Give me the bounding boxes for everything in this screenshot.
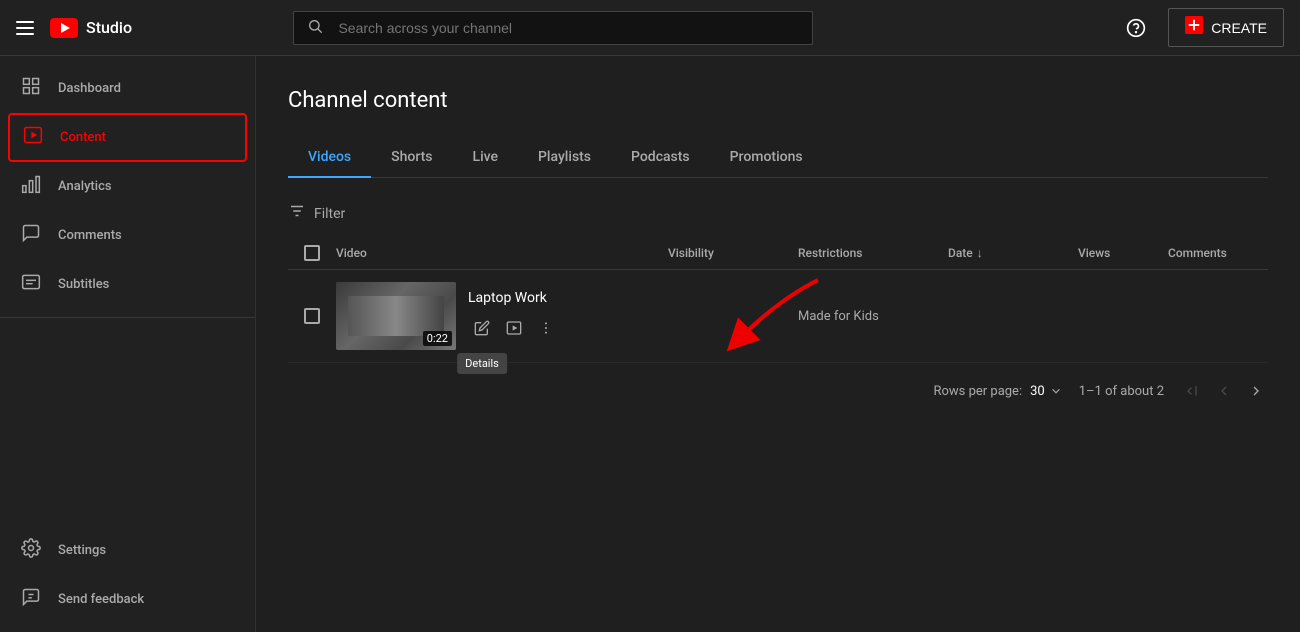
video-thumbnail-wrap: 0:22	[336, 282, 456, 350]
date-sort-icon: ↓	[977, 246, 983, 260]
row-video-cell: 0:22 Laptop Work	[336, 282, 668, 350]
content-icon	[22, 125, 44, 150]
header-visibility: Visibility	[668, 246, 798, 260]
tab-promotions[interactable]: Promotions	[710, 137, 823, 177]
create-label: CREATE	[1211, 20, 1267, 36]
search-input[interactable]	[293, 11, 813, 45]
video-duration: 0:22	[423, 331, 452, 346]
sidebar-item-label-feedback: Send feedback	[58, 592, 144, 607]
sidebar-item-label-content: Content	[60, 130, 106, 145]
top-nav: Studio CREATE	[0, 0, 1300, 56]
edit-details-button[interactable]	[468, 314, 496, 342]
subtitles-icon	[20, 272, 42, 297]
analytics-icon	[20, 174, 42, 199]
row-check[interactable]	[288, 308, 336, 324]
row-checkbox[interactable]	[304, 308, 320, 324]
more-options-button[interactable]	[532, 314, 560, 342]
sidebar-item-label-dashboard: Dashboard	[58, 81, 121, 96]
rows-per-page-value: 30	[1030, 384, 1045, 399]
tab-live[interactable]: Live	[453, 137, 518, 177]
sidebar-item-content[interactable]: Content	[8, 113, 247, 162]
help-button[interactable]	[1120, 12, 1152, 44]
dashboard-icon	[20, 76, 42, 101]
youtube-logo-icon	[50, 18, 78, 38]
main-content: Channel content Videos Shorts Live Playl…	[256, 56, 1300, 632]
tabs-bar: Videos Shorts Live Playlists Podcasts Pr…	[288, 137, 1268, 178]
sidebar-bottom: Settings Send feedback	[0, 526, 255, 624]
table-container: Video Visibility Restrictions Date ↓ Vie…	[288, 237, 1268, 363]
header-restrictions: Restrictions	[798, 246, 948, 260]
header-date[interactable]: Date ↓	[948, 246, 1078, 260]
sidebar-item-label-subtitles: Subtitles	[58, 277, 109, 292]
sidebar-item-comments[interactable]: Comments	[0, 211, 255, 260]
video-info: Laptop Work Details	[468, 290, 668, 342]
sidebar-item-analytics[interactable]: Analytics	[0, 162, 255, 211]
sidebar-item-label-settings: Settings	[58, 543, 106, 558]
sidebar-item-feedback[interactable]: Send feedback	[0, 575, 255, 624]
page-info: 1–1 of about 2	[1079, 384, 1164, 399]
rows-select-dropdown[interactable]: 30	[1030, 384, 1063, 399]
menu-hamburger[interactable]	[16, 21, 34, 35]
sidebar-item-settings[interactable]: Settings	[0, 526, 255, 575]
tab-playlists[interactable]: Playlists	[518, 137, 611, 177]
comments-icon	[20, 223, 42, 248]
settings-icon	[20, 538, 42, 563]
sidebar-item-subtitles[interactable]: Subtitles	[0, 260, 255, 309]
top-nav-right: CREATE	[1120, 8, 1284, 47]
next-page-button[interactable]	[1244, 379, 1268, 403]
rows-per-page: Rows per page: 30	[933, 384, 1062, 399]
header-check-all[interactable]	[288, 245, 336, 261]
video-actions: Details	[468, 314, 668, 342]
sidebar-item-label-comments: Comments	[58, 228, 122, 243]
tab-shorts[interactable]: Shorts	[371, 137, 452, 177]
page-nav	[1180, 379, 1268, 403]
view-video-button[interactable]	[500, 314, 528, 342]
filter-icon	[288, 202, 306, 225]
table-row: 0:22 Laptop Work	[288, 270, 1268, 363]
header-comments: Comments	[1168, 246, 1268, 260]
sidebar-item-dashboard[interactable]: Dashboard	[0, 64, 255, 113]
create-plus-icon	[1185, 16, 1203, 39]
tab-podcasts[interactable]: Podcasts	[611, 137, 710, 177]
select-all-checkbox[interactable]	[304, 245, 320, 261]
details-tooltip: Details	[457, 353, 507, 374]
search-bar	[293, 11, 813, 45]
page-title: Channel content	[288, 88, 1268, 113]
logo-area: Studio	[50, 18, 132, 38]
rows-per-page-label: Rows per page:	[933, 384, 1022, 399]
table-header: Video Visibility Restrictions Date ↓ Vie…	[288, 237, 1268, 270]
filter-bar: Filter	[288, 194, 1268, 237]
create-button[interactable]: CREATE	[1168, 8, 1284, 47]
feedback-icon	[20, 587, 42, 612]
studio-label: Studio	[86, 18, 132, 37]
search-icon	[307, 18, 323, 38]
prev-page-button[interactable]	[1212, 379, 1236, 403]
video-title: Laptop Work	[468, 290, 668, 306]
row-restrictions: Made for Kids	[798, 309, 948, 324]
sidebar: Dashboard Content Analytics	[0, 56, 256, 632]
tab-videos[interactable]: Videos	[288, 137, 371, 177]
sidebar-item-label-analytics: Analytics	[58, 179, 112, 194]
header-views: Views	[1078, 246, 1168, 260]
filter-label[interactable]: Filter	[314, 206, 345, 222]
pagination: Rows per page: 30 1–1 of about 2	[288, 363, 1268, 419]
first-page-button[interactable]	[1180, 379, 1204, 403]
body-layout: Dashboard Content Analytics	[0, 56, 1300, 632]
edit-btn-wrap: Details	[468, 314, 496, 342]
sidebar-divider	[0, 317, 255, 318]
header-video: Video	[336, 246, 668, 260]
